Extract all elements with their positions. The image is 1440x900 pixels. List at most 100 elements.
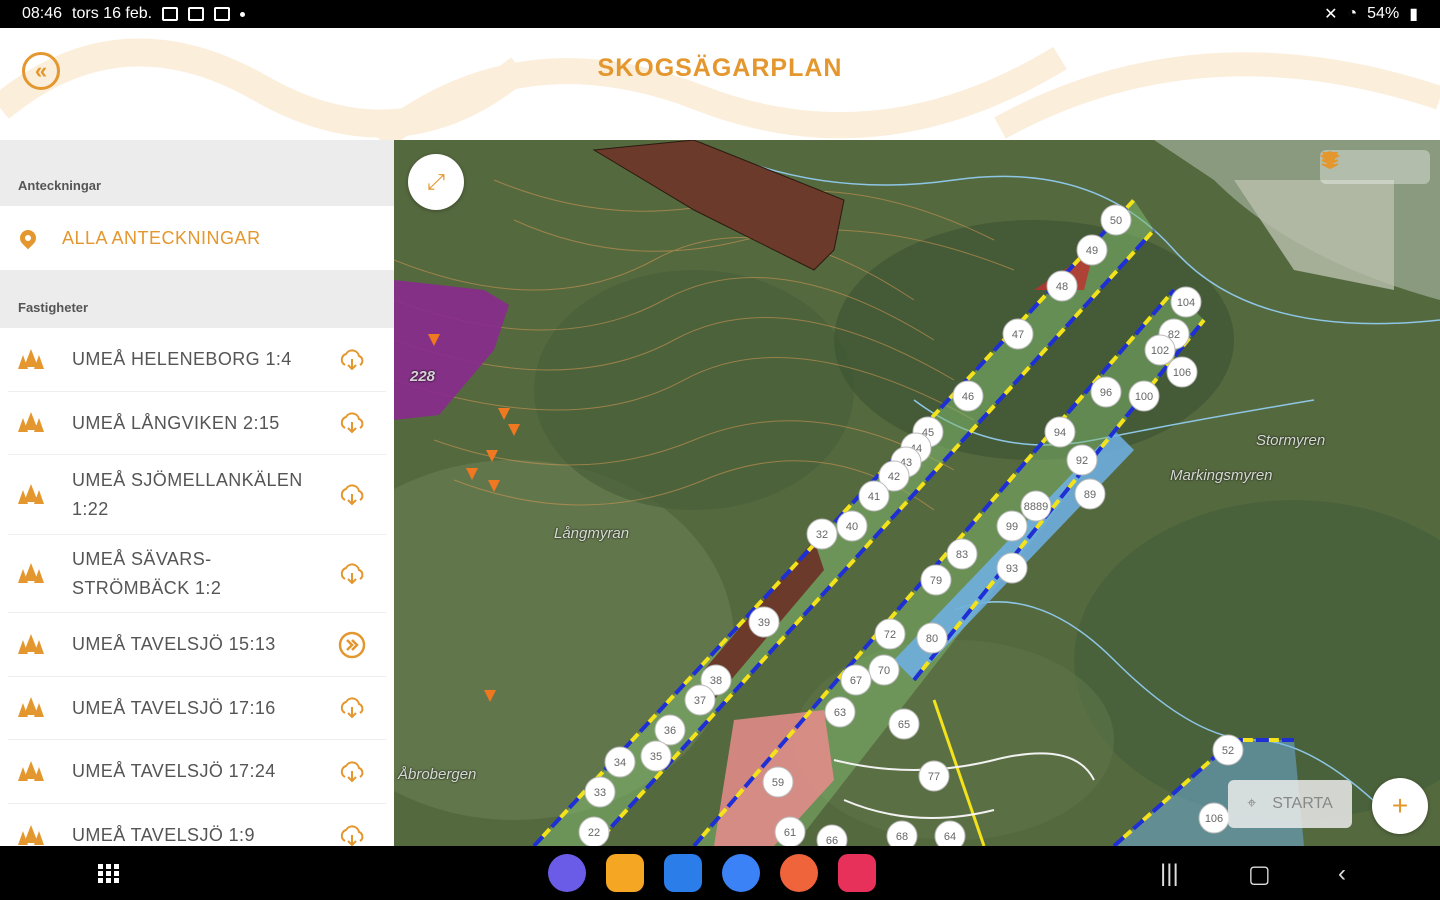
property-item[interactable]: UMEÅ SJÖMELLANKÄLEN 1:22 [8,455,386,535]
add-button[interactable]: + [1372,778,1428,834]
stand-marker[interactable]: 49 [1076,234,1108,266]
status-date: tors 16 feb. [72,5,153,22]
svg-text:42: 42 [888,471,900,483]
back-nav-icon[interactable]: ‹ [1338,860,1346,888]
download-cloud-icon[interactable] [338,758,366,786]
stand-marker[interactable]: 59 [762,766,794,798]
stand-marker[interactable]: 36 [654,714,686,746]
home-icon[interactable]: ▢ [1248,860,1271,889]
stand-marker[interactable]: 33 [584,776,616,808]
stand-marker[interactable]: 68 [886,820,918,846]
messages-app-icon[interactable] [722,854,760,892]
app-header: « SKOGSÄGARPLAN [0,28,1440,140]
property-item[interactable]: UMEÅ TAVELSJÖ 17:24 [8,740,386,804]
gallery-icon [162,7,179,21]
svg-text:65: 65 [898,719,910,731]
stand-marker[interactable]: 22 [578,816,610,846]
stand-marker[interactable]: 83 [946,538,978,570]
apps-grid-icon[interactable] [98,864,120,884]
stand-marker[interactable]: 77 [918,760,950,792]
contacts-app-icon[interactable] [780,854,818,892]
screen-recorder-app-icon[interactable] [838,854,876,892]
stand-marker[interactable]: 40 [836,510,868,542]
stand-marker[interactable]: 65 [888,708,920,740]
stand-marker[interactable]: 93 [996,552,1028,584]
more-notifications-icon [240,11,246,17]
stand-marker[interactable]: 80 [916,622,948,654]
svg-text:34: 34 [614,757,626,769]
stand-marker[interactable]: 100 [1128,380,1160,412]
stand-marker[interactable]: 52 [1212,734,1244,766]
stand-marker[interactable]: 47 [1002,318,1034,350]
expand-map-button[interactable]: ⤢ [408,154,464,210]
start-button[interactable]: ⌖ STARTA [1228,780,1352,828]
expand-icon: ⤢ [427,169,445,194]
download-cloud-icon[interactable] [338,694,366,722]
stand-marker[interactable]: 94 [1044,416,1076,448]
forest-icon [18,697,44,717]
all-notes-item[interactable]: ALLA ANTECKNINGAR [0,206,394,270]
open-arrow-icon[interactable] [338,631,366,659]
filter-icon[interactable] [1322,152,1387,179]
stand-marker[interactable]: 39 [748,606,780,638]
calendar-app-icon[interactable] [664,854,702,892]
property-item[interactable]: UMEÅ TAVELSJÖ 15:13 [8,613,386,677]
download-cloud-icon[interactable] [338,346,366,374]
stand-marker[interactable]: 64 [934,820,966,846]
download-cloud-icon[interactable] [338,560,366,588]
stand-marker[interactable]: 79 [920,564,952,596]
stand-marker[interactable]: 61 [774,816,806,846]
property-item[interactable]: UMEÅ HELENEBORG 1:4 [8,328,386,392]
download-cloud-icon[interactable] [338,481,366,509]
mute-icon: ✕ [1324,6,1338,23]
forest-icon [18,562,44,583]
download-cloud-icon[interactable] [338,822,366,847]
layers-icon[interactable] [1320,150,1424,179]
svg-text:72: 72 [884,629,896,641]
stand-marker[interactable]: 67 [840,664,872,696]
stand-marker[interactable]: 34 [604,746,636,778]
stand-marker[interactable]: 48 [1046,270,1078,302]
stand-marker[interactable]: 35 [640,740,672,772]
stand-marker[interactable]: 37 [684,684,716,716]
property-item[interactable]: UMEÅ LÅNGVIKEN 2:15 [8,392,386,455]
map-view[interactable]: 50 49 48 47 46 45 44 43 42 41 40 32 39 38 37 36 35 34 33 22… [394,140,1440,846]
svg-text:32: 32 [816,529,828,541]
internet-app-icon[interactable] [548,854,586,892]
map-canvas[interactable]: 5049484746454443424140323938373635343322… [394,140,1440,846]
svg-text:83: 83 [956,549,968,561]
stand-marker[interactable]: 50 [1100,204,1132,236]
stand-marker[interactable]: 41 [858,480,890,512]
recent-apps-icon[interactable]: ||| [1160,860,1179,888]
stand-marker[interactable]: 102 [1144,334,1176,366]
property-item[interactable]: UMEÅ TAVELSJÖ 17:16 [8,677,386,740]
stand-marker[interactable]: 106 [1166,356,1198,388]
map-pin-icon [16,226,40,250]
download-cloud-icon[interactable] [338,409,366,437]
files-app-icon[interactable] [606,854,644,892]
property-item[interactable]: UMEÅ TAVELSJÖ 1:9 [8,804,386,846]
stand-marker[interactable]: 46 [952,380,984,412]
property-label: UMEÅ TAVELSJÖ 1:9 [72,825,255,845]
svg-text:36: 36 [664,725,676,737]
svg-text:79: 79 [930,575,942,587]
svg-text:38: 38 [710,675,722,687]
property-item[interactable]: UMEÅ SÄVARS-STRÖMBÄCK 1:2 [8,535,386,613]
property-label: UMEÅ TAVELSJÖ 17:24 [72,761,276,781]
stand-marker[interactable]: 32 [806,518,838,550]
stand-marker[interactable]: 96 [1090,376,1122,408]
svg-text:102: 102 [1151,345,1169,357]
property-label: UMEÅ SÄVARS-STRÖMBÄCK 1:2 [72,548,222,598]
stand-marker[interactable]: 63 [824,696,856,728]
properties-section-title: Fastigheter [18,300,89,315]
stand-marker[interactable]: 104 [1170,286,1202,318]
svg-text:104: 104 [1177,297,1195,309]
stand-marker[interactable]: 70 [868,654,900,686]
stand-marker[interactable]: 106 [1198,802,1230,834]
stand-marker[interactable]: 92 [1066,444,1098,476]
stand-marker[interactable]: 8889 [1020,490,1052,522]
stand-marker[interactable]: 72 [874,618,906,650]
stand-marker[interactable]: 89 [1074,478,1106,510]
svg-text:68: 68 [896,831,908,843]
stand-marker[interactable]: 99 [996,510,1028,542]
